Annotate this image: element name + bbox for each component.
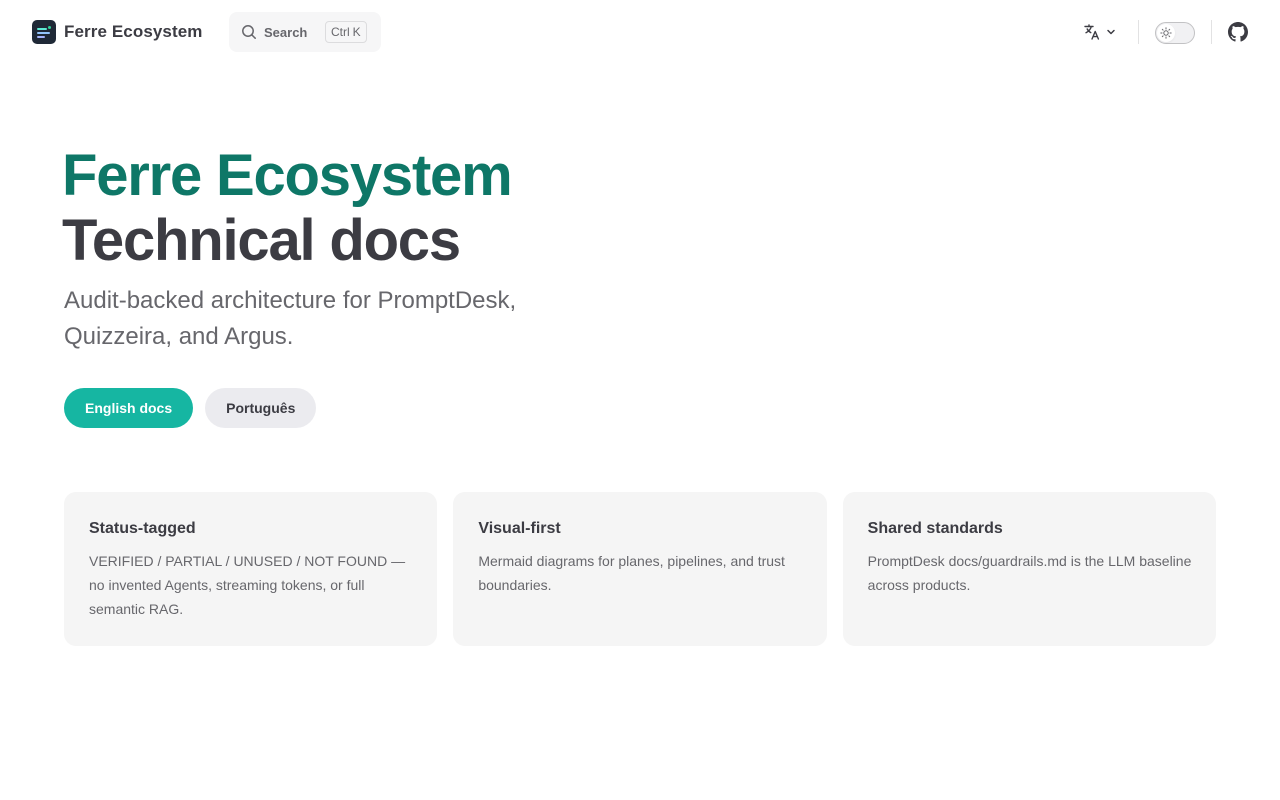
logo-icon: [32, 20, 56, 44]
search-icon: [242, 25, 256, 39]
search-label: Search: [264, 24, 308, 40]
theme-knob: [1157, 24, 1175, 42]
brand-title: Ferre Ecosystem: [64, 22, 203, 41]
search-shortcut: Ctrl K: [325, 21, 367, 43]
translate-icon: [1084, 24, 1100, 40]
features-grid: Status-tagged VERIFIED / PARTIAL / UNUSE…: [64, 492, 1216, 646]
github-icon: [1228, 22, 1248, 42]
search-button[interactable]: Search Ctrl K: [229, 12, 381, 52]
sun-icon: [1160, 27, 1172, 39]
feature-card-shared-standards: Shared standards PromptDesk docs/guardra…: [842, 492, 1216, 646]
top-navbar: Ferre Ecosystem Search Ctrl K: [0, 0, 1280, 64]
feature-details: Mermaid diagrams for planes, pipelines, …: [478, 553, 785, 593]
feature-card-visual-first: Visual-first Mermaid diagrams for planes…: [453, 492, 827, 646]
feature-details: PromptDesk docs/guardrails.md is the LLM…: [867, 553, 1192, 593]
nav-divider: [1138, 20, 1139, 44]
portuguese-docs-button[interactable]: Português: [205, 388, 317, 428]
theme-toggle[interactable]: [1155, 22, 1195, 44]
feature-title: Visual-first: [478, 520, 561, 537]
shortcut-modifier: Ctrl: [331, 25, 350, 39]
chevron-down-icon: [1107, 29, 1115, 35]
brand-link[interactable]: Ferre Ecosystem: [32, 20, 203, 44]
feature-card-status-tagged: Status-tagged VERIFIED / PARTIAL / UNUSE…: [64, 492, 438, 646]
hero-tagline: Audit-backed architecture for PromptDesk…: [64, 287, 517, 350]
hero-title: Technical docs: [62, 208, 461, 273]
hero-actions: English docs Português: [64, 388, 317, 428]
language-menu-button[interactable]: [1083, 22, 1117, 42]
hero-name: Ferre Ecosystem: [62, 143, 513, 208]
feature-title: Shared standards: [867, 520, 1003, 537]
feature-details: VERIFIED / PARTIAL / UNUSED / NOT FOUND …: [89, 553, 406, 617]
shortcut-key: K: [352, 25, 361, 39]
github-link[interactable]: [1228, 22, 1248, 42]
feature-title: Status-tagged: [89, 520, 196, 537]
nav-divider: [1211, 20, 1212, 44]
english-docs-button[interactable]: English docs: [64, 388, 194, 428]
